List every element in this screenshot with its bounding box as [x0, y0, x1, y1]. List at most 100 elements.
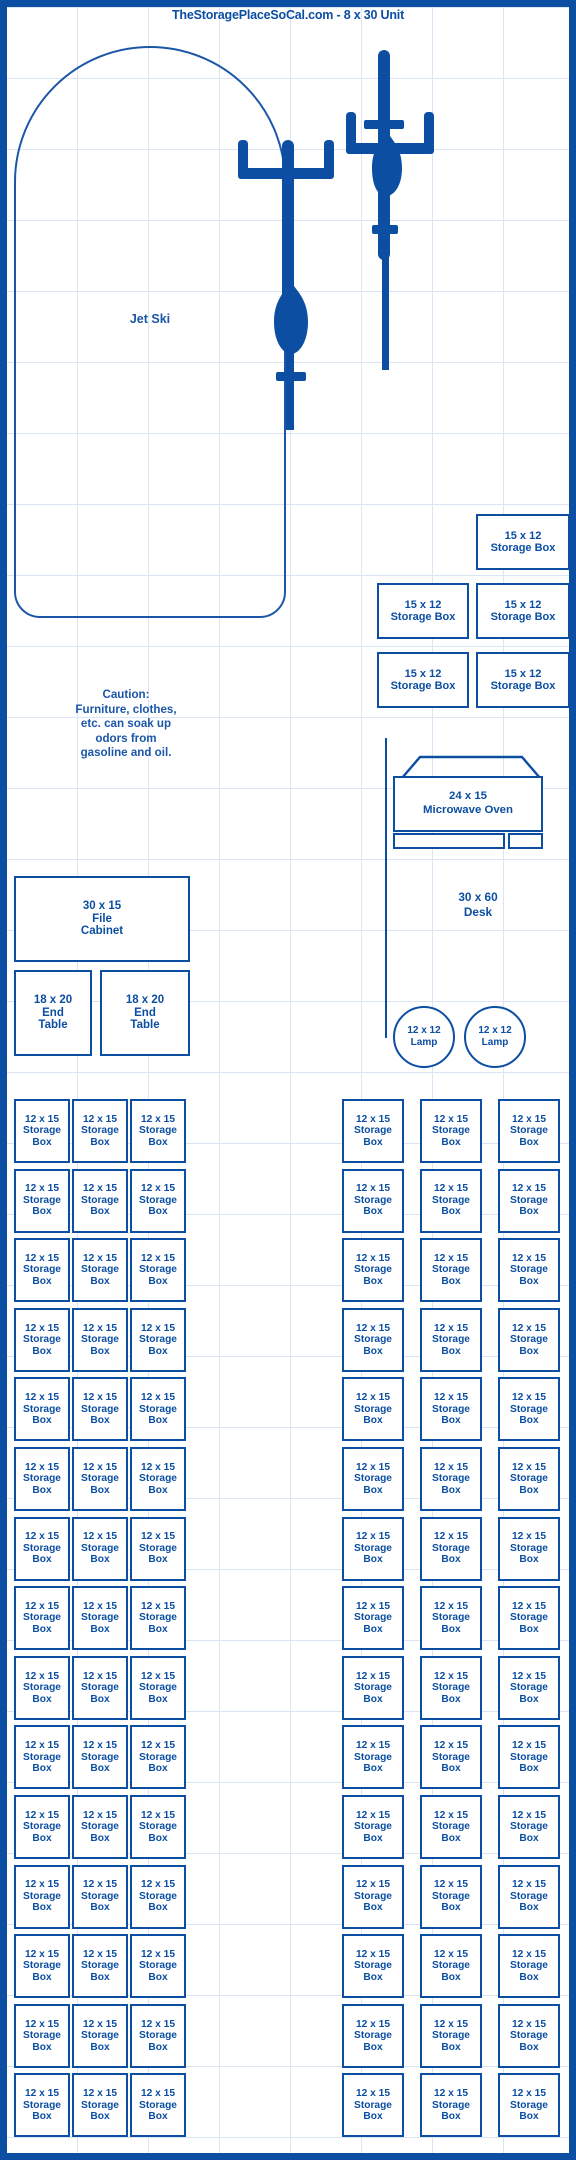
item-box-12x15-storage-box[interactable]: 12 x 15 Storage Box [498, 1447, 560, 1511]
item-end-table[interactable]: 18 x 20 End Table [100, 970, 190, 1056]
item-box-12x15-storage-box[interactable]: 12 x 15 Storage Box [498, 1655, 560, 1720]
item-box-12x15-storage-box[interactable]: 12 x 15 Storage Box [14, 1516, 70, 1581]
item-box-12x15-storage-box[interactable]: 12 x 15 Storage Box [14, 1099, 70, 1163]
item-box-12x15-storage-box[interactable]: 12 x 15 Storage Box [342, 1864, 404, 1929]
item-box-12x15-storage-box[interactable]: 12 x 15 Storage Box [498, 1377, 560, 1442]
item-box-12x15-storage-box[interactable]: 12 x 15 Storage Box [72, 1238, 128, 1303]
item-lamp[interactable]: 12 x 12 Lamp [464, 1006, 526, 1068]
item-box-12x15-storage-box[interactable]: 12 x 15 Storage Box [498, 1516, 560, 1581]
item-box-12x15-storage-box[interactable]: 12 x 15 Storage Box [420, 1655, 482, 1720]
item-box-15x12-storage-box[interactable]: 15 x 12 Storage Box [476, 583, 570, 639]
item-box-12x15-storage-box[interactable]: 12 x 15 Storage Box [130, 1725, 186, 1790]
item-box-12x15-storage-box[interactable]: 12 x 15 Storage Box [420, 1725, 482, 1790]
item-box-12x15-storage-box[interactable]: 12 x 15 Storage Box [498, 1238, 560, 1303]
item-box-12x15-storage-box[interactable]: 12 x 15 Storage Box [72, 1377, 128, 1442]
item-box-12x15-storage-box[interactable]: 12 x 15 Storage Box [420, 1307, 482, 1372]
item-box-12x15-storage-box[interactable]: 12 x 15 Storage Box [420, 1099, 482, 1163]
item-box-12x15-storage-box[interactable]: 12 x 15 Storage Box [130, 1447, 186, 1511]
item-box-12x15-storage-box[interactable]: 12 x 15 Storage Box [72, 1864, 128, 1929]
item-box-12x15-storage-box[interactable]: 12 x 15 Storage Box [130, 1934, 186, 1999]
item-box-12x15-storage-box[interactable]: 12 x 15 Storage Box [498, 1864, 560, 1929]
item-box-12x15-storage-box[interactable]: 12 x 15 Storage Box [14, 1725, 70, 1790]
item-box-12x15-storage-box[interactable]: 12 x 15 Storage Box [498, 2003, 560, 2068]
item-box-12x15-storage-box[interactable]: 12 x 15 Storage Box [14, 1586, 70, 1651]
item-box-12x15-storage-box[interactable]: 12 x 15 Storage Box [130, 1586, 186, 1651]
item-box-12x15-storage-box[interactable]: 12 x 15 Storage Box [72, 1586, 128, 1651]
item-box-12x15-storage-box[interactable]: 12 x 15 Storage Box [72, 1447, 128, 1511]
item-box-12x15-storage-box[interactable]: 12 x 15 Storage Box [14, 1934, 70, 1999]
item-box-12x15-storage-box[interactable]: 12 x 15 Storage Box [342, 1725, 404, 1790]
item-box-12x15-storage-box[interactable]: 12 x 15 Storage Box [342, 1447, 404, 1511]
item-box-15x12-storage-box[interactable]: 15 x 12 Storage Box [377, 652, 469, 708]
item-box-12x15-storage-box[interactable]: 12 x 15 Storage Box [342, 1655, 404, 1720]
item-box-12x15-storage-box[interactable]: 12 x 15 Storage Box [498, 2073, 560, 2138]
item-box-12x15-storage-box[interactable]: 12 x 15 Storage Box [130, 1864, 186, 1929]
item-box-12x15-storage-box[interactable]: 12 x 15 Storage Box [498, 1934, 560, 1999]
item-box-12x15-storage-box[interactable]: 12 x 15 Storage Box [14, 1655, 70, 1720]
item-box-12x15-storage-box[interactable]: 12 x 15 Storage Box [342, 1377, 404, 1442]
item-box-12x15-storage-box[interactable]: 12 x 15 Storage Box [342, 1586, 404, 1651]
item-box-12x15-storage-box[interactable]: 12 x 15 Storage Box [130, 1238, 186, 1303]
item-box-12x15-storage-box[interactable]: 12 x 15 Storage Box [14, 1447, 70, 1511]
item-box-12x15-storage-box[interactable]: 12 x 15 Storage Box [420, 1447, 482, 1511]
item-end-table[interactable]: 18 x 20 End Table [14, 970, 92, 1056]
item-box-12x15-storage-box[interactable]: 12 x 15 Storage Box [130, 1795, 186, 1859]
item-box-12x15-storage-box[interactable]: 12 x 15 Storage Box [420, 1377, 482, 1442]
item-box-12x15-storage-box[interactable]: 12 x 15 Storage Box [14, 1168, 70, 1233]
item-box-12x15-storage-box[interactable]: 12 x 15 Storage Box [72, 1655, 128, 1720]
item-box-15x12-storage-box[interactable]: 15 x 12 Storage Box [377, 583, 469, 639]
item-box-12x15-storage-box[interactable]: 12 x 15 Storage Box [420, 1864, 482, 1929]
item-box-12x15-storage-box[interactable]: 12 x 15 Storage Box [498, 1586, 560, 1651]
item-box-12x15-storage-box[interactable]: 12 x 15 Storage Box [72, 2073, 128, 2138]
item-box-12x15-storage-box[interactable]: 12 x 15 Storage Box [420, 2073, 482, 2138]
item-box-12x15-storage-box[interactable]: 12 x 15 Storage Box [498, 1307, 560, 1372]
item-box-12x15-storage-box[interactable]: 12 x 15 Storage Box [72, 2003, 128, 2068]
item-box-12x15-storage-box[interactable]: 12 x 15 Storage Box [130, 1655, 186, 1720]
item-box-12x15-storage-box[interactable]: 12 x 15 Storage Box [72, 1516, 128, 1581]
item-box-12x15-storage-box[interactable]: 12 x 15 Storage Box [14, 1377, 70, 1442]
item-box-12x15-storage-box[interactable]: 12 x 15 Storage Box [72, 1934, 128, 1999]
item-box-12x15-storage-box[interactable]: 12 x 15 Storage Box [342, 1238, 404, 1303]
item-box-12x15-storage-box[interactable]: 12 x 15 Storage Box [14, 1795, 70, 1859]
item-box-12x15-storage-box[interactable]: 12 x 15 Storage Box [420, 1516, 482, 1581]
item-box-12x15-storage-box[interactable]: 12 x 15 Storage Box [342, 2003, 404, 2068]
item-box-12x15-storage-box[interactable]: 12 x 15 Storage Box [14, 2003, 70, 2068]
item-box-12x15-storage-box[interactable]: 12 x 15 Storage Box [342, 1516, 404, 1581]
item-box-12x15-storage-box[interactable]: 12 x 15 Storage Box [420, 1934, 482, 1999]
item-box-12x15-storage-box[interactable]: 12 x 15 Storage Box [14, 1238, 70, 1303]
item-box-12x15-storage-box[interactable]: 12 x 15 Storage Box [420, 1238, 482, 1303]
item-box-12x15-storage-box[interactable]: 12 x 15 Storage Box [342, 1168, 404, 1233]
item-box-12x15-storage-box[interactable]: 12 x 15 Storage Box [498, 1168, 560, 1233]
item-box-12x15-storage-box[interactable]: 12 x 15 Storage Box [420, 1586, 482, 1651]
item-box-12x15-storage-box[interactable]: 12 x 15 Storage Box [498, 1725, 560, 1790]
item-box-12x15-storage-box[interactable]: 12 x 15 Storage Box [14, 2073, 70, 2138]
item-box-12x15-storage-box[interactable]: 12 x 15 Storage Box [72, 1725, 128, 1790]
item-box-12x15-storage-box[interactable]: 12 x 15 Storage Box [72, 1795, 128, 1859]
item-box-12x15-storage-box[interactable]: 12 x 15 Storage Box [130, 1516, 186, 1581]
item-box-12x15-storage-box[interactable]: 12 x 15 Storage Box [342, 2073, 404, 2138]
item-box-12x15-storage-box[interactable]: 12 x 15 Storage Box [130, 1099, 186, 1163]
item-box-12x15-storage-box[interactable]: 12 x 15 Storage Box [342, 1795, 404, 1859]
item-box-12x15-storage-box[interactable]: 12 x 15 Storage Box [342, 1307, 404, 1372]
item-box-15x12-storage-box[interactable]: 15 x 12 Storage Box [476, 514, 570, 570]
item-box-12x15-storage-box[interactable]: 12 x 15 Storage Box [130, 1168, 186, 1233]
item-box-12x15-storage-box[interactable]: 12 x 15 Storage Box [420, 1795, 482, 1859]
item-box-12x15-storage-box[interactable]: 12 x 15 Storage Box [72, 1307, 128, 1372]
item-box-12x15-storage-box[interactable]: 12 x 15 Storage Box [130, 1307, 186, 1372]
item-file-cabinet[interactable]: 30 x 15 File Cabinet [14, 876, 190, 962]
item-box-12x15-storage-box[interactable]: 12 x 15 Storage Box [14, 1864, 70, 1929]
item-box-12x15-storage-box[interactable]: 12 x 15 Storage Box [72, 1168, 128, 1233]
item-box-12x15-storage-box[interactable]: 12 x 15 Storage Box [420, 1168, 482, 1233]
item-box-12x15-storage-box[interactable]: 12 x 15 Storage Box [130, 1377, 186, 1442]
item-box-12x15-storage-box[interactable]: 12 x 15 Storage Box [130, 2003, 186, 2068]
item-box-12x15-storage-box[interactable]: 12 x 15 Storage Box [342, 1934, 404, 1999]
item-box-12x15-storage-box[interactable]: 12 x 15 Storage Box [72, 1099, 128, 1163]
item-microwave-oven[interactable]: 24 x 15 Microwave Oven [393, 776, 543, 832]
item-box-12x15-storage-box[interactable]: 12 x 15 Storage Box [130, 2073, 186, 2138]
item-lamp[interactable]: 12 x 12 Lamp [393, 1006, 455, 1068]
item-box-15x12-storage-box[interactable]: 15 x 12 Storage Box [476, 652, 570, 708]
item-box-12x15-storage-box[interactable]: 12 x 15 Storage Box [498, 1795, 560, 1859]
item-box-12x15-storage-box[interactable]: 12 x 15 Storage Box [14, 1307, 70, 1372]
item-box-12x15-storage-box[interactable]: 12 x 15 Storage Box [420, 2003, 482, 2068]
item-box-12x15-storage-box[interactable]: 12 x 15 Storage Box [498, 1099, 560, 1163]
